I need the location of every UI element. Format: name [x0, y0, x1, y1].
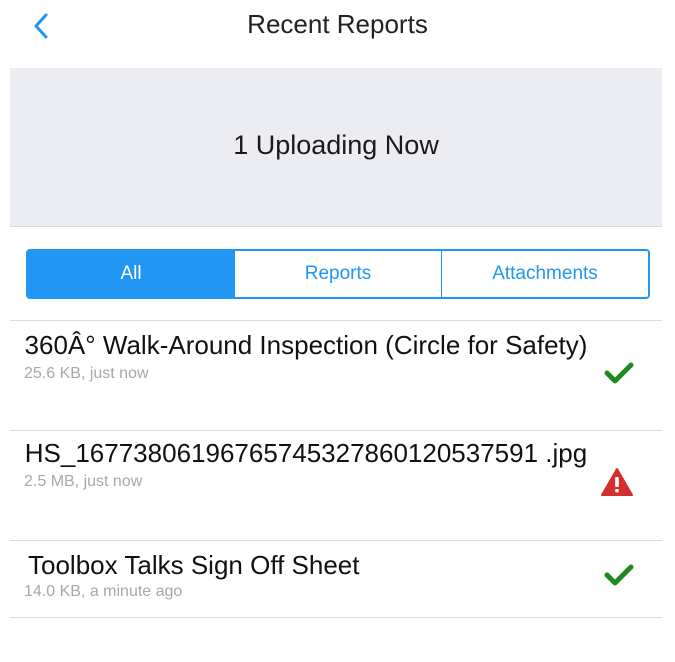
- item-title: HS_16773806196765745327860120537591 .jpg: [24, 438, 588, 468]
- upload-status-banner[interactable]: 1 Uploading Now: [10, 68, 662, 227]
- checkmark-icon: [604, 563, 634, 587]
- list-item[interactable]: HS_16773806196765745327860120537591 .jpg…: [10, 430, 662, 540]
- back-button[interactable]: [26, 8, 56, 44]
- report-list: 360Â° Walk-Around Inspection (Circle for…: [10, 320, 662, 618]
- list-item[interactable]: 360Â° Walk-Around Inspection (Circle for…: [10, 320, 662, 430]
- tab-reports[interactable]: Reports: [234, 251, 441, 297]
- item-meta: 14.0 KB, a minute ago: [24, 583, 183, 600]
- warning-icon: [600, 467, 634, 497]
- upload-status-text: 1 Uploading Now: [233, 129, 439, 160]
- item-title: 360Â° Walk-Around Inspection (Circle for…: [24, 330, 588, 360]
- item-title: Toolbox Talks Sign Off Sheet: [28, 550, 360, 580]
- item-meta: 2.5 MB, just now: [24, 473, 143, 490]
- checkmark-icon: [604, 361, 634, 385]
- chevron-left-icon: [34, 13, 48, 39]
- tab-attachments[interactable]: Attachments: [441, 251, 648, 297]
- page-title: Recent Reports: [247, 8, 428, 39]
- list-item[interactable]: Toolbox Talks Sign Off Sheet 14.0 KB, a …: [10, 540, 662, 618]
- filter-segmented-control: All Reports Attachments: [26, 249, 650, 299]
- tab-all[interactable]: All: [28, 251, 234, 297]
- item-meta: 25.6 KB, just now: [24, 365, 149, 382]
- nav-bar: Recent Reports: [0, 0, 675, 56]
